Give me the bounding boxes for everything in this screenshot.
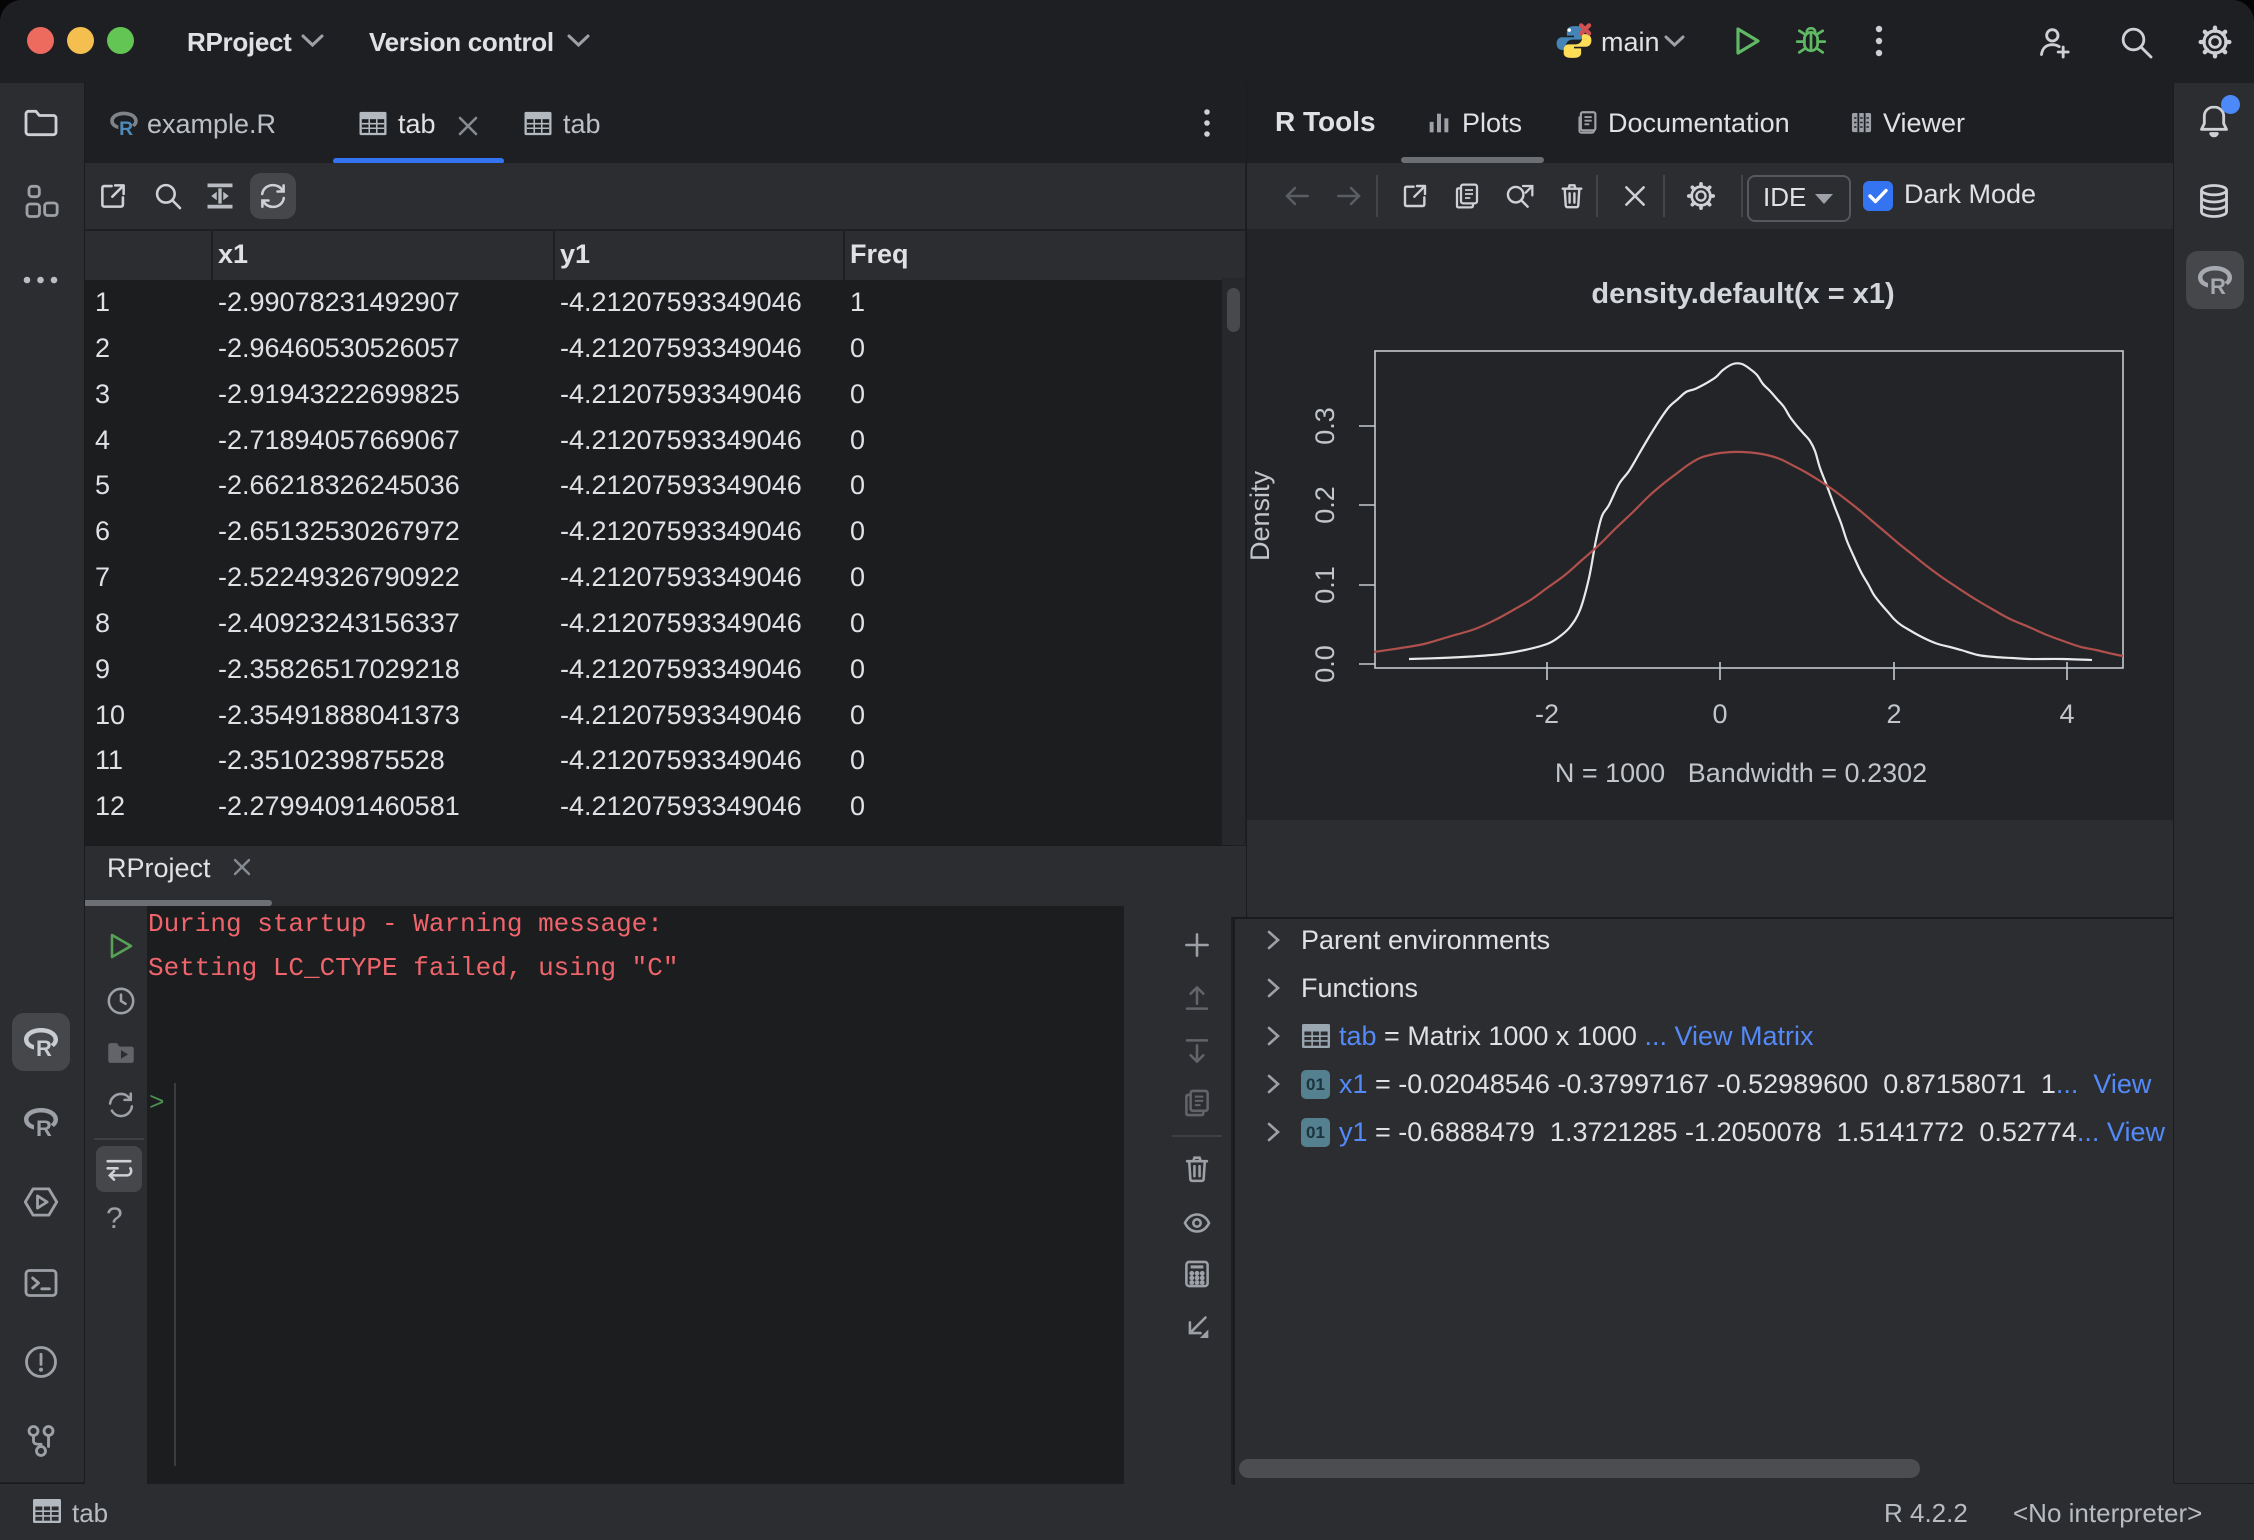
- svg-text:0.1: 0.1: [1310, 566, 1340, 604]
- svg-text:Density: Density: [1245, 470, 1275, 561]
- svg-text:0.2: 0.2: [1310, 486, 1340, 524]
- svg-text:2: 2: [1886, 699, 1901, 729]
- svg-text:R: R: [2210, 274, 2226, 299]
- svg-text:-2: -2: [1535, 699, 1559, 729]
- svg-text:0.3: 0.3: [1310, 407, 1340, 445]
- svg-text:density.default(x = x1): density.default(x = x1): [1591, 278, 1894, 310]
- svg-text:R: R: [36, 1116, 52, 1141]
- svg-text:0.0: 0.0: [1310, 645, 1340, 683]
- svg-text:R: R: [119, 118, 133, 140]
- svg-text:0: 0: [1712, 699, 1727, 729]
- svg-text:R: R: [36, 1036, 52, 1061]
- svg-text:N = 1000 Bandwidth = 0.2302: N = 1000 Bandwidth = 0.2302: [1555, 758, 1927, 788]
- svg-text:4: 4: [2059, 699, 2074, 729]
